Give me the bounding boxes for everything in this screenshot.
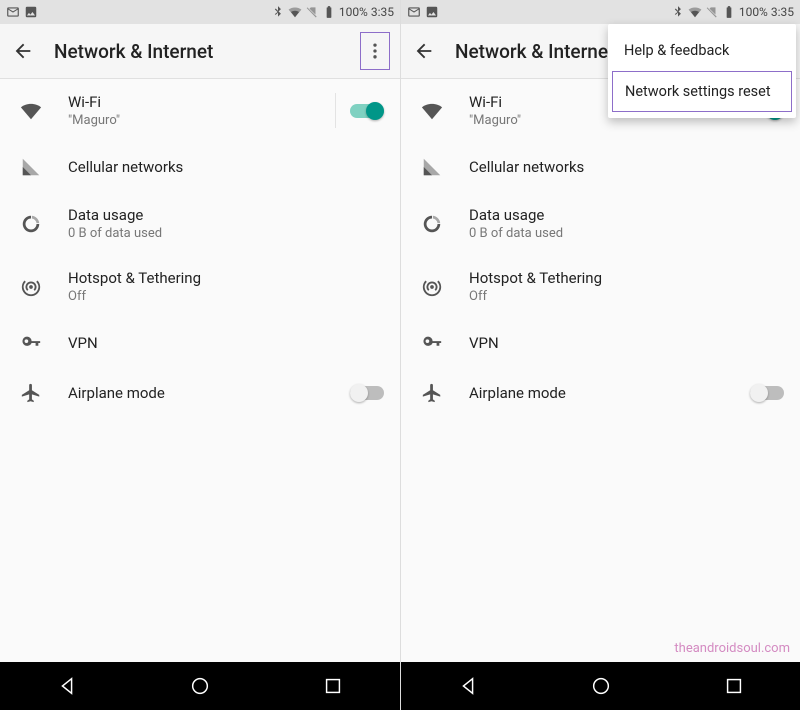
- row-hotspot[interactable]: Hotspot & Tethering Off: [0, 255, 400, 318]
- screenshot-right: 100% 3:35 Network & Internet Wi-Fi "Magu…: [400, 0, 800, 710]
- row-data-usage[interactable]: Data usage 0 B of data used: [401, 192, 800, 255]
- overflow-menu-button[interactable]: [360, 32, 390, 70]
- row-wifi[interactable]: Wi-Fi "Maguro": [0, 79, 400, 142]
- screenshot-left: 100% 3:35 Network & Internet Wi-Fi "Magu…: [0, 0, 400, 710]
- hotspot-icon: [419, 276, 445, 298]
- no-sim-icon: [305, 5, 319, 19]
- row-data-usage[interactable]: Data usage 0 B of data used: [0, 192, 400, 255]
- back-button[interactable]: [411, 38, 437, 64]
- menu-network-settings-reset[interactable]: Network settings reset: [612, 71, 792, 112]
- gmail-icon: [407, 5, 421, 19]
- data-usage-icon: [419, 213, 445, 235]
- nav-home[interactable]: [180, 666, 220, 706]
- bluetooth-icon: [271, 5, 285, 19]
- android-navbar: [0, 662, 400, 710]
- clock-text: 3:35: [371, 5, 394, 19]
- nav-recents[interactable]: [714, 666, 754, 706]
- status-bar: 100% 3:35: [0, 0, 400, 24]
- airplane-icon: [419, 382, 445, 404]
- row-data-title: Data usage: [68, 206, 384, 224]
- row-vpn-title: VPN: [68, 334, 384, 352]
- vpn-key-icon: [419, 332, 445, 354]
- airplane-toggle[interactable]: [750, 384, 784, 402]
- vpn-key-icon: [18, 332, 44, 354]
- page-title: Network & Internet: [54, 40, 342, 63]
- airplane-toggle[interactable]: [350, 384, 384, 402]
- data-usage-icon: [18, 213, 44, 235]
- row-hotspot-title: Hotspot & Tethering: [68, 269, 384, 287]
- app-header: Network & Internet: [0, 24, 400, 79]
- gmail-icon: [6, 5, 20, 19]
- battery-text: 100%: [339, 5, 368, 19]
- nav-home[interactable]: [581, 666, 621, 706]
- hotspot-icon: [18, 276, 44, 298]
- watermark: theandroidsoul.com: [674, 641, 790, 656]
- cellular-icon: [419, 156, 445, 178]
- row-cellular[interactable]: Cellular networks: [0, 142, 400, 192]
- nav-recents[interactable]: [313, 666, 353, 706]
- wifi-icon: [18, 100, 44, 122]
- bluetooth-icon: [671, 5, 685, 19]
- image-icon: [24, 5, 38, 19]
- row-hotspot-sub: Off: [68, 289, 384, 304]
- cellular-icon: [18, 156, 44, 178]
- nav-back[interactable]: [47, 666, 87, 706]
- image-icon: [425, 5, 439, 19]
- row-data-sub: 0 B of data used: [469, 226, 784, 241]
- clock-text: 3:35: [771, 5, 794, 19]
- battery-icon: [322, 5, 336, 19]
- settings-list: Wi-Fi "Maguro" Cellular networks Data us…: [401, 79, 800, 662]
- row-vpn-title: VPN: [469, 334, 784, 352]
- row-data-sub: 0 B of data used: [68, 226, 384, 241]
- wifi-toggle[interactable]: [350, 102, 384, 120]
- row-hotspot-title: Hotspot & Tethering: [469, 269, 784, 287]
- row-cellular[interactable]: Cellular networks: [401, 142, 800, 192]
- row-cellular-title: Cellular networks: [68, 158, 384, 176]
- menu-help-feedback[interactable]: Help & feedback: [608, 30, 796, 71]
- row-hotspot[interactable]: Hotspot & Tethering Off: [401, 255, 800, 318]
- row-airplane[interactable]: Airplane mode: [0, 368, 400, 418]
- row-wifi-title: Wi-Fi: [68, 93, 316, 111]
- row-hotspot-sub: Off: [469, 289, 784, 304]
- row-cellular-title: Cellular networks: [469, 158, 784, 176]
- row-airplane-title: Airplane mode: [68, 384, 316, 402]
- no-sim-icon: [705, 5, 719, 19]
- wifi-status-icon: [288, 5, 302, 19]
- battery-icon: [722, 5, 736, 19]
- settings-list: Wi-Fi "Maguro" Cellular networks Data us…: [0, 79, 400, 662]
- row-vpn[interactable]: VPN: [401, 318, 800, 368]
- back-button[interactable]: [10, 38, 36, 64]
- row-airplane[interactable]: Airplane mode: [401, 368, 800, 418]
- android-navbar: [401, 662, 800, 710]
- row-wifi-sub: "Maguro": [68, 113, 316, 128]
- status-bar: 100% 3:35: [401, 0, 800, 24]
- row-vpn[interactable]: VPN: [0, 318, 400, 368]
- airplane-icon: [18, 382, 44, 404]
- nav-back[interactable]: [448, 666, 488, 706]
- row-airplane-title: Airplane mode: [469, 384, 716, 402]
- battery-text: 100%: [739, 5, 768, 19]
- wifi-icon: [419, 100, 445, 122]
- overflow-menu: Help & feedback Network settings reset: [608, 24, 796, 118]
- wifi-status-icon: [688, 5, 702, 19]
- row-data-title: Data usage: [469, 206, 784, 224]
